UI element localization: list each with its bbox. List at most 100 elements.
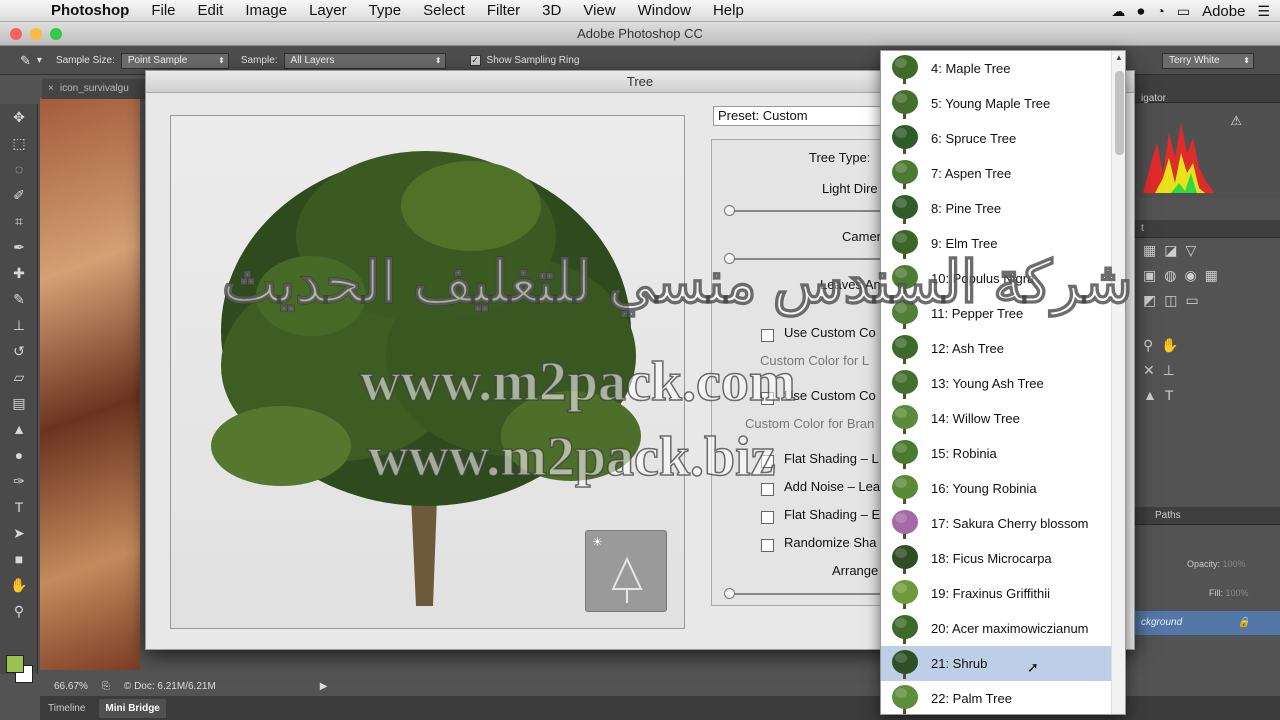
zoom-tool-icon[interactable]: ⚲ xyxy=(0,598,38,624)
zoom-window-button[interactable] xyxy=(50,28,62,40)
marquee-tool-icon[interactable]: ⬚ xyxy=(0,130,38,156)
path-select-tool-icon[interactable]: ➤ xyxy=(0,520,38,546)
dropdown-scroll-thumb[interactable] xyxy=(1115,71,1124,155)
menu-file[interactable]: File xyxy=(140,2,186,19)
tree-type-option[interactable]: 6: Spruce Tree xyxy=(881,121,1111,156)
menu-filter[interactable]: Filter xyxy=(476,2,531,19)
eraser-tool-icon[interactable]: ▱ xyxy=(0,364,38,390)
close-window-button[interactable] xyxy=(10,28,22,40)
tree-type-option[interactable]: 5: Young Maple Tree xyxy=(881,86,1111,121)
hand-panel-icon[interactable]: ✋ xyxy=(1161,337,1178,354)
display-icon[interactable]: ▭ xyxy=(1177,3,1190,20)
tree-type-option[interactable]: 4: Maple Tree xyxy=(881,51,1111,86)
exposure-icon[interactable]: ◪ xyxy=(1164,242,1177,259)
color-balance-icon[interactable]: ◉ xyxy=(1184,267,1196,284)
photo-filter-icon[interactable]: ◍ xyxy=(1164,267,1176,284)
blur-tool-icon[interactable]: ▲ xyxy=(0,416,38,442)
menu-help[interactable]: Help xyxy=(702,2,755,19)
threshold-icon[interactable]: ▭ xyxy=(1185,292,1198,309)
menu-type[interactable]: Type xyxy=(358,2,413,19)
quick-select-tool-icon[interactable]: ✐ xyxy=(0,182,38,208)
mini-bridge-tab[interactable]: Mini Bridge xyxy=(99,698,166,718)
menu-3d[interactable]: 3D xyxy=(531,2,572,19)
transform-panel-icon[interactable]: ✕ xyxy=(1143,362,1155,379)
tree-type-option[interactable]: 8: Pine Tree xyxy=(881,191,1111,226)
screen-record-icon[interactable]: ⏺ xyxy=(1137,3,1144,20)
light-direction-knob[interactable] xyxy=(724,205,735,216)
stamp-tool-icon[interactable]: ⊥ xyxy=(0,312,38,338)
sharpen-panel-icon[interactable]: ▲ xyxy=(1143,387,1157,403)
zoom-panel-icon[interactable]: ⚲ xyxy=(1143,337,1153,354)
crop-tool-icon[interactable]: ⌗ xyxy=(0,208,38,234)
fill-control[interactable]: Fill: 100% xyxy=(1209,588,1249,598)
tree-type-option[interactable]: 22: Palm Tree xyxy=(881,681,1111,714)
dropdown-scrollbar[interactable]: ▲ xyxy=(1111,51,1125,714)
paths-tab[interactable]: Paths xyxy=(1135,507,1280,525)
sample-select[interactable]: All Layers xyxy=(283,52,446,69)
randomize-shapes-checkbox[interactable] xyxy=(761,539,774,552)
document-tab[interactable]: × icon_survivalgu xyxy=(42,79,152,99)
menu-app-name[interactable]: Photoshop xyxy=(40,2,140,19)
tree-type-option[interactable]: 7: Aspen Tree xyxy=(881,156,1111,191)
tree-type-option[interactable]: 12: Ash Tree xyxy=(881,331,1111,366)
tree-type-option[interactable]: 14: Willow Tree xyxy=(881,401,1111,436)
curves-icon[interactable]: ▦ xyxy=(1143,242,1156,259)
tree-type-option[interactable]: 15: Robinia xyxy=(881,436,1111,471)
list-menu-icon[interactable]: ☰ xyxy=(1257,3,1270,20)
gradient-tool-icon[interactable]: ▤ xyxy=(0,390,38,416)
workspace-select[interactable]: Terry White xyxy=(1162,52,1254,69)
scroll-up-icon[interactable]: ▲ xyxy=(1115,53,1123,62)
timeline-tab[interactable]: Timeline xyxy=(48,703,85,714)
tree-type-option[interactable]: 18: Ficus Microcarpa xyxy=(881,541,1111,576)
close-tab-icon[interactable]: × xyxy=(48,83,54,94)
healing-tool-icon[interactable]: ✚ xyxy=(0,260,38,286)
channel-mixer-icon[interactable]: ▣ xyxy=(1143,267,1156,284)
dodge-tool-icon[interactable]: ● xyxy=(0,442,38,468)
type-panel-icon[interactable]: T xyxy=(1165,387,1174,403)
fill-value[interactable]: 100% xyxy=(1226,588,1249,598)
menu-window[interactable]: Window xyxy=(627,2,702,19)
tree-type-option[interactable]: 20: Acer maximowiczianum xyxy=(881,611,1111,646)
tool-preset-chevron-icon[interactable]: ▾ xyxy=(37,55,42,66)
tree-type-option[interactable]: 21: Shrub xyxy=(881,646,1111,681)
warning-icon[interactable]: ⚠ xyxy=(1230,113,1242,129)
arrangement-knob[interactable] xyxy=(724,588,735,599)
status-arrow-icon[interactable]: ▶ xyxy=(320,681,328,692)
menu-view[interactable]: View xyxy=(572,2,626,19)
opacity-control[interactable]: Opacity: 100% xyxy=(1187,559,1246,569)
tree-type-option[interactable]: 19: Fraxinus Griffithii xyxy=(881,576,1111,611)
lookup-icon[interactable]: ▦ xyxy=(1205,267,1218,284)
menu-select[interactable]: Select xyxy=(412,2,476,19)
tree-type-option[interactable]: 17: Sakura Cherry blossom xyxy=(881,506,1111,541)
eyedropper-tool-icon[interactable]: ✒ xyxy=(0,234,38,260)
minimize-window-button[interactable] xyxy=(30,28,42,40)
document-canvas[interactable] xyxy=(40,98,140,670)
menu-image[interactable]: Image xyxy=(234,2,298,19)
foreground-color-swatch[interactable] xyxy=(6,655,24,673)
move-tool-icon[interactable]: ✥ xyxy=(0,104,38,130)
menu-layer[interactable]: Layer xyxy=(298,2,358,19)
share-icon[interactable]: ⎘ xyxy=(102,681,110,692)
use-custom-color-leaves-checkbox[interactable] xyxy=(761,329,774,342)
type-tool-icon[interactable]: T xyxy=(0,494,38,520)
brush-tool-icon[interactable]: ✎ xyxy=(0,286,38,312)
menu-edit[interactable]: Edit xyxy=(187,2,235,19)
adjustments-tab[interactable]: t xyxy=(1135,220,1280,238)
opacity-value[interactable]: 100% xyxy=(1223,559,1246,569)
show-sampling-ring-checkbox[interactable]: ✓ xyxy=(469,55,481,66)
pen-tool-icon[interactable]: ✑ xyxy=(0,468,38,494)
tree-type-option[interactable]: 16: Young Robinia xyxy=(881,471,1111,506)
lasso-tool-icon[interactable]: ◌ xyxy=(0,156,38,182)
history-brush-tool-icon[interactable]: ↺ xyxy=(0,338,38,364)
hand-tool-icon[interactable]: ✋ xyxy=(0,572,38,598)
invert-icon[interactable]: ◩ xyxy=(1143,292,1156,309)
tree-thumbnail[interactable]: ☀ xyxy=(585,530,667,612)
flat-shading-branches-checkbox[interactable] xyxy=(761,511,774,524)
background-layer-row[interactable]: ckground 🔒 xyxy=(1135,611,1280,635)
posterize-icon[interactable]: ◫ xyxy=(1164,292,1177,309)
creative-cloud-icon[interactable]: ☁ xyxy=(1111,3,1125,20)
navigator-tab[interactable]: igator xyxy=(1135,75,1280,104)
gradient-map-icon[interactable]: ▽ xyxy=(1185,242,1196,259)
menu-adobe[interactable]: Adobe xyxy=(1202,3,1245,20)
sample-size-select[interactable]: Point Sample xyxy=(120,52,229,69)
